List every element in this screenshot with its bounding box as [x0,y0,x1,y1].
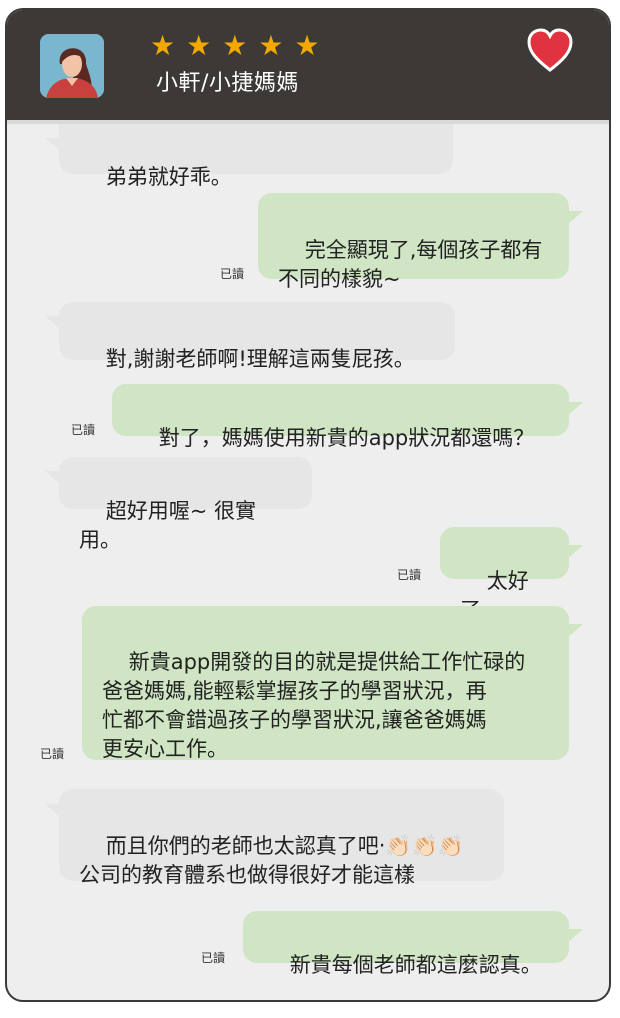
incoming-message: 弟弟就好乖。 [59,124,453,189]
incoming-message: 而且你們的老師也太認真了吧‧👏🏻👏🏻👏🏻 公司的教育體系也做得很好才能這樣 [59,789,504,887]
message-text: 完全顯現了,每個孩子都有 不同的樣貌~ [278,238,543,291]
bubble-tail [45,471,61,485]
incoming-message: 超好用喔~ 很實用。 [59,457,312,552]
message-text: 新貴每個老師都這麼認真。 [289,953,542,977]
read-receipt: 已讀 [220,267,245,281]
star-icon: ★ [186,29,212,62]
message-text: 對,謝謝老師啊!理解這兩隻屁孩。 [105,347,415,371]
star-icon: ★ [258,29,284,62]
heart-icon[interactable] [527,28,573,72]
bubble-tail [45,316,61,330]
bubble-tail [567,624,583,638]
message-text: 弟弟就好乖。 [105,165,232,189]
message-text: 新貴app開發的目的就是提供給工作忙碌的 爸爸媽媽,能輕鬆掌握孩子的學習狀況，再… [102,650,526,761]
outgoing-message: 新貴每個老師都這麼認真。 [243,911,569,977]
chat-header: ★ ★ ★ ★ ★ 小軒/小捷媽媽 [7,10,609,120]
star-icon: ★ [150,29,176,62]
chat-window: ★ ★ ★ ★ ★ 小軒/小捷媽媽 弟弟就好乖。 完全顯現了,每個孩子都有 不同… [5,8,611,1002]
contact-avatar[interactable] [40,34,104,98]
rating-stars: ★ ★ ★ ★ ★ [150,32,320,60]
outgoing-message: 新貴app開發的目的就是提供給工作忙碌的 爸爸媽媽,能輕鬆掌握孩子的學習狀況，再… [82,606,569,761]
contact-name: 小軒/小捷媽媽 [156,71,299,96]
bubble-tail [567,545,583,559]
message-text: 而且你們的老師也太認真了吧‧👏🏻👏🏻👏🏻 公司的教育體系也做得很好才能這樣 [79,834,464,887]
bubble-tail [567,402,583,416]
incoming-message: 對,謝謝老師啊!理解這兩隻屁孩。 [59,302,455,371]
outgoing-message: 對了，媽媽使用新貴的app狀況都還嗎？ [112,384,569,450]
woman-avatar-icon [40,34,104,98]
star-icon: ★ [222,29,248,62]
read-receipt: 已讀 [201,951,226,965]
read-receipt: 已讀 [71,423,96,437]
read-receipt: 已讀 [397,568,422,582]
message-text: 對了，媽媽使用新貴的app狀況都還嗎？ [158,426,535,450]
bubble-tail [567,211,583,225]
star-icon: ★ [294,29,320,62]
outgoing-message: 太好了。 [440,527,569,622]
bubble-tail [45,138,61,152]
outgoing-message: 完全顯現了,每個孩子都有 不同的樣貌~ [258,193,569,291]
read-receipt: 已讀 [40,747,65,761]
message-text: 超好用喔~ 很實用。 [79,499,256,552]
bubble-tail [45,804,61,818]
bubble-tail [567,929,583,943]
